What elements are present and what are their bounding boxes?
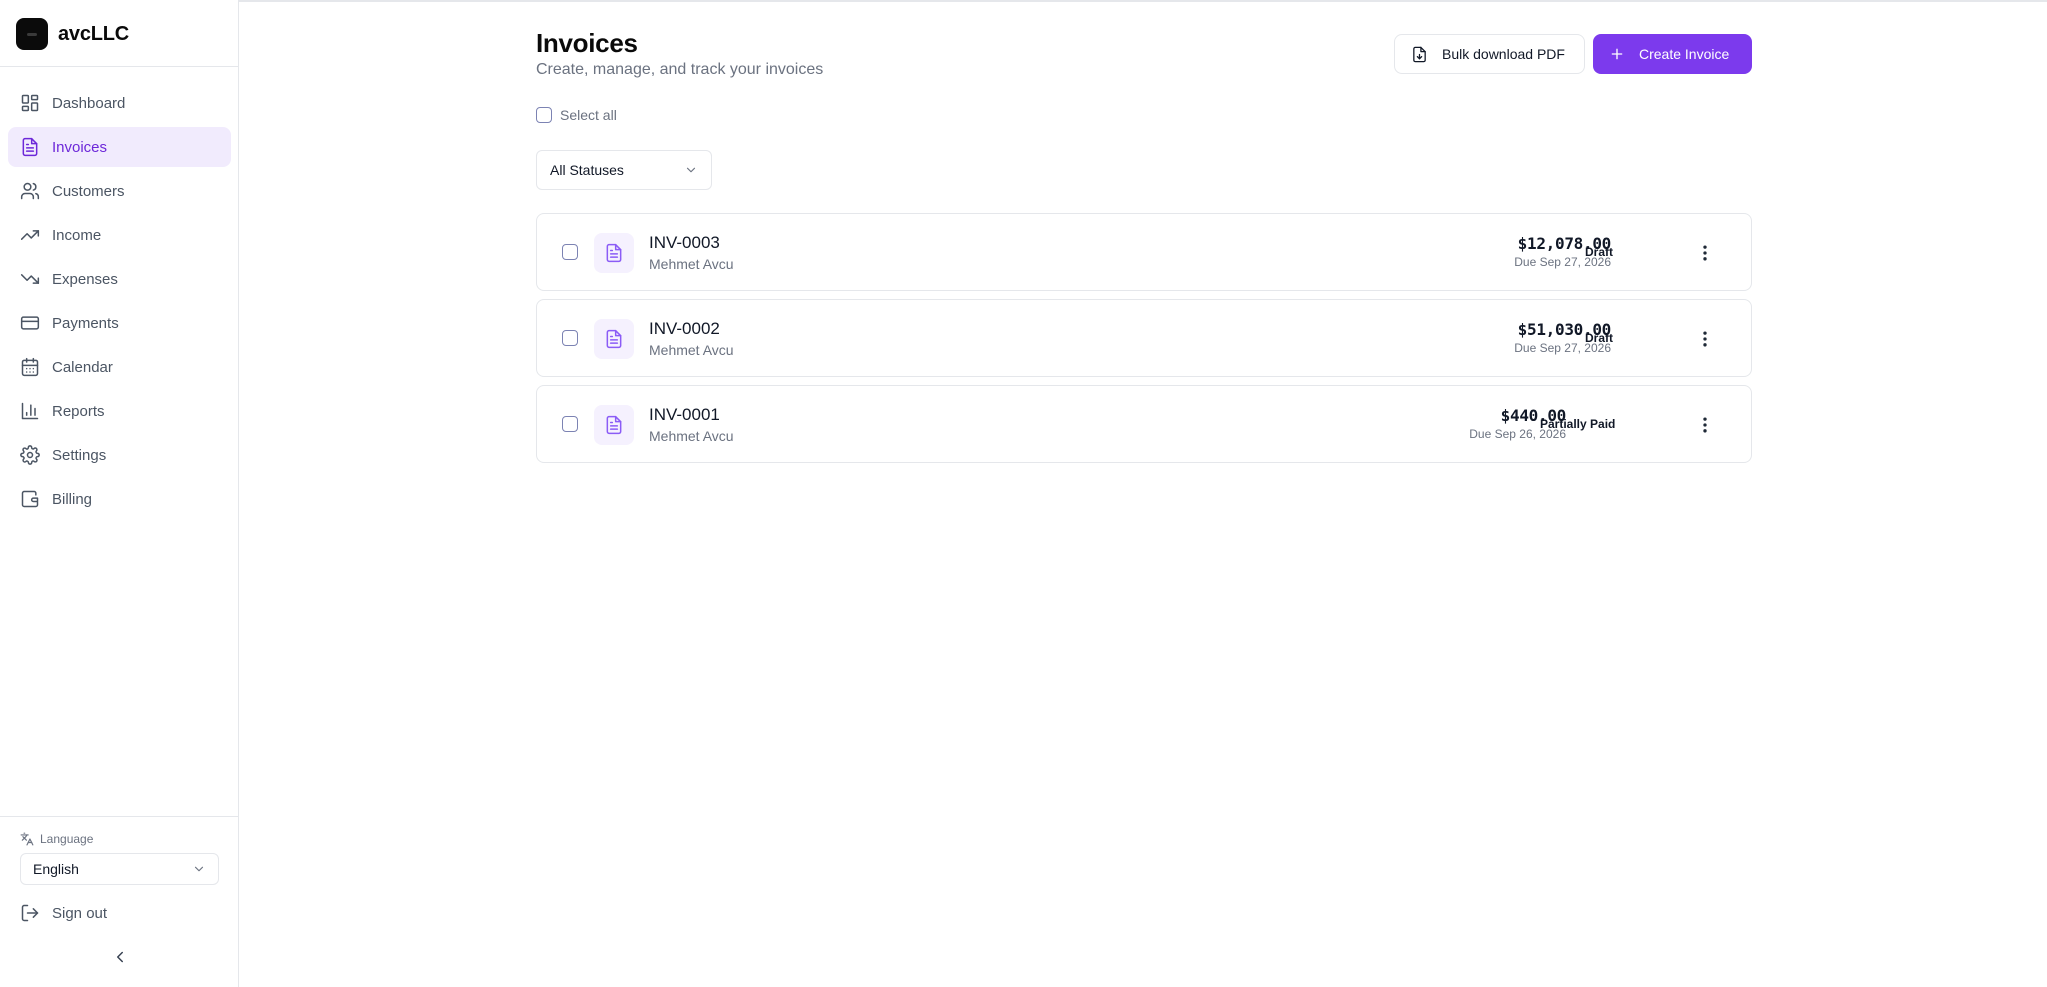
sidebar-item-reports[interactable]: Reports <box>8 391 231 431</box>
bar-chart-icon <box>21 402 39 420</box>
select-all-label: Select all <box>560 107 617 123</box>
sidebar-item-label: Payments <box>52 314 119 332</box>
users-icon <box>20 182 40 200</box>
page-title: Invoices <box>536 28 638 58</box>
sidebar-divider <box>0 66 239 67</box>
invoice-row[interactable]: INV-0003 Mehmet Avcu $12,078.00 Due Sep … <box>536 213 1752 291</box>
status-badge: Partially Paid <box>1540 417 1616 431</box>
brand-logo <box>16 18 48 50</box>
trending-down-icon <box>20 274 40 284</box>
create-invoice-label: Create Invoice <box>1639 46 1730 62</box>
brand-name: avcLLC <box>58 22 130 45</box>
sign-out-label: Sign out <box>52 904 108 922</box>
more-vertical-icon[interactable] <box>1695 329 1715 349</box>
trending-up-icon <box>20 230 40 240</box>
create-invoice-button[interactable]: Create Invoice <box>1593 34 1752 74</box>
select-all-checkbox[interactable] <box>536 107 552 123</box>
sidebar-item-customers[interactable]: Customers <box>8 171 231 211</box>
status-badge: Draft <box>1585 331 1614 345</box>
file-text-icon <box>606 415 622 435</box>
sidebar-item-billing[interactable]: Billing <box>8 479 231 519</box>
invoice-number: INV-0001 <box>649 405 720 424</box>
sidebar-item-label: Billing <box>52 490 93 508</box>
file-text-icon <box>606 243 622 263</box>
sidebar-nav: Dashboard Invoices Customers Income Expe… <box>8 83 231 523</box>
invoice-file-icon <box>594 319 634 359</box>
sidebar-item-label: Calendar <box>52 358 113 376</box>
gear-icon <box>20 445 40 465</box>
sidebar-item-label: Settings <box>52 446 107 464</box>
language-label: Language <box>20 832 93 846</box>
select-all[interactable]: Select all <box>536 107 617 123</box>
status-filter-select[interactable]: All Statuses <box>536 150 712 190</box>
invoice-number: INV-0003 <box>649 233 720 252</box>
credit-card-icon <box>20 316 40 330</box>
dashboard-icon <box>21 94 39 112</box>
chevron-down-icon <box>686 167 696 173</box>
sidebar: avcLLC Dashboard Invoices Customers Inco… <box>0 0 239 987</box>
invoice-customer: Mehmet Avcu <box>649 256 734 272</box>
file-download-icon <box>1413 46 1426 62</box>
more-vertical-icon[interactable] <box>1695 243 1715 263</box>
sidebar-item-income[interactable]: Income <box>8 215 231 255</box>
brand[interactable]: avcLLC <box>16 18 129 50</box>
plus-icon <box>1611 48 1623 60</box>
file-text-icon <box>606 329 622 349</box>
sidebar-item-label: Income <box>52 226 102 244</box>
invoice-file-icon <box>594 233 634 273</box>
bulk-download-pdf-button[interactable]: Bulk download PDF <box>1394 34 1585 74</box>
collapse-sidebar-icon[interactable] <box>111 948 129 966</box>
invoice-checkbox[interactable] <box>562 416 578 432</box>
sidebar-item-label: Invoices <box>52 138 108 156</box>
log-out-icon <box>21 904 39 922</box>
page-subtitle: Create, manage, and track your invoices <box>536 61 824 78</box>
invoice-row[interactable]: INV-0002 Mehmet Avcu $51,030.00 Due Sep … <box>536 299 1752 377</box>
top-border <box>239 0 2047 2</box>
invoice-customer: Mehmet Avcu <box>649 342 734 358</box>
sidebar-item-label: Dashboard <box>52 94 126 112</box>
invoice-checkbox[interactable] <box>562 244 578 260</box>
file-text-icon <box>22 137 38 157</box>
sidebar-item-settings[interactable]: Settings <box>8 435 231 475</box>
sidebar-item-label: Customers <box>52 182 125 200</box>
sidebar-divider <box>0 816 239 817</box>
invoice-file-icon <box>594 405 634 445</box>
status-badge: Draft <box>1585 245 1614 259</box>
chevron-down-icon <box>194 866 204 872</box>
invoice-checkbox[interactable] <box>562 330 578 346</box>
invoice-number: INV-0002 <box>649 319 720 338</box>
translate-icon <box>20 832 34 846</box>
bulk-download-label: Bulk download PDF <box>1442 46 1565 62</box>
language-value: English <box>33 861 79 877</box>
sidebar-item-expenses[interactable]: Expenses <box>8 259 231 299</box>
sidebar-item-calendar[interactable]: Calendar <box>8 347 231 387</box>
sidebar-item-payments[interactable]: Payments <box>8 303 231 343</box>
more-vertical-icon[interactable] <box>1695 415 1715 435</box>
sidebar-item-label: Expenses <box>52 270 118 288</box>
sidebar-item-label: Reports <box>52 402 105 420</box>
sidebar-item-dashboard[interactable]: Dashboard <box>8 83 231 123</box>
invoice-customer: Mehmet Avcu <box>649 428 734 444</box>
invoice-row[interactable]: INV-0001 Mehmet Avcu $440.00 Due Sep 26,… <box>536 385 1752 463</box>
status-filter-value: All Statuses <box>550 162 624 178</box>
sign-out-button[interactable]: Sign out <box>20 900 107 926</box>
calendar-icon <box>21 357 39 377</box>
sidebar-item-invoices[interactable]: Invoices <box>8 127 231 167</box>
wallet-icon <box>21 490 39 508</box>
language-select[interactable]: English <box>20 853 219 885</box>
invoice-list: INV-0003 Mehmet Avcu $12,078.00 Due Sep … <box>536 213 1752 471</box>
